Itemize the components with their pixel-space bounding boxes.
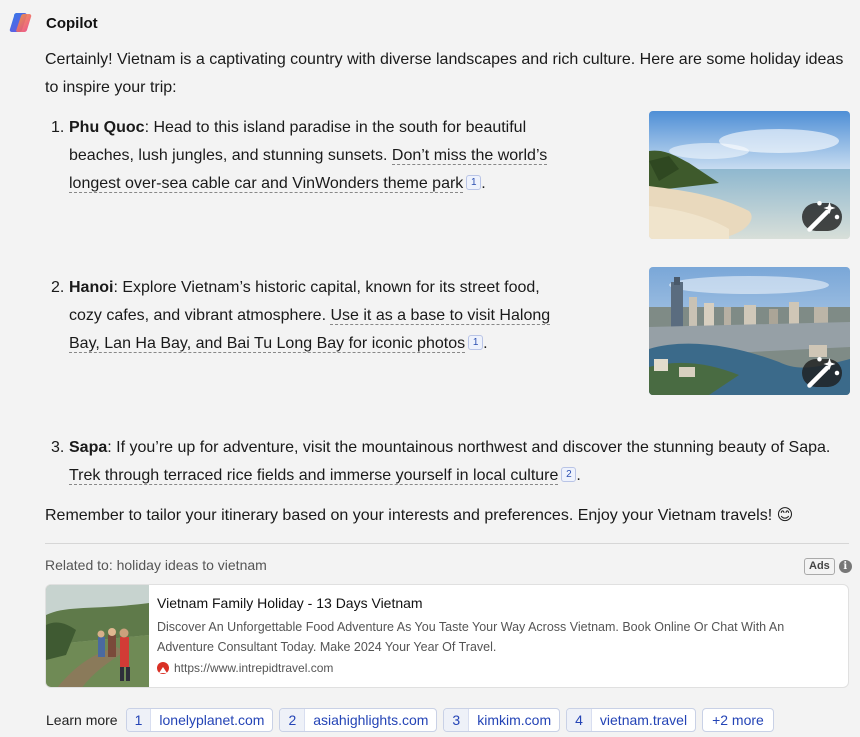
list-item: 1. Phu Quoc: Head to this island paradis… <box>51 114 556 198</box>
ad-url[interactable]: https://www.intrepidtravel.com <box>157 661 333 675</box>
magic-wand-icon <box>807 201 840 232</box>
copilot-brand-label: Copilot <box>46 14 98 32</box>
visual-search-button[interactable] <box>802 357 842 388</box>
citation-badge[interactable]: 1 <box>466 175 482 190</box>
citation-badge[interactable]: 2 <box>561 467 577 482</box>
source-chip[interactable]: 3 kimkim.com <box>443 708 561 732</box>
ads-indicator[interactable]: Ads i <box>804 558 852 575</box>
punctuation: . <box>483 335 488 352</box>
learn-more-label: Learn more <box>46 712 118 728</box>
magic-wand-icon <box>807 357 840 388</box>
intro-paragraph: Certainly! Vietnam is a captivating coun… <box>45 51 844 96</box>
list-item-number: 2. <box>51 279 65 296</box>
ad-image <box>46 585 149 687</box>
list-item-title: Sapa <box>69 439 108 456</box>
source-host: vietnam.travel <box>599 712 688 728</box>
punctuation: . <box>481 175 486 192</box>
source-chip[interactable]: 4 vietnam.travel <box>566 708 697 732</box>
ads-badge: Ads <box>804 558 835 575</box>
phu-quoc-beach-image[interactable] <box>649 111 850 239</box>
learn-more-bar: Learn more 1 lonelyplanet.com 2 asiahigh… <box>46 708 774 732</box>
source-index: 1 <box>126 709 152 731</box>
list-item: 3. Sapa: If you’re up for adventure, vis… <box>51 434 841 490</box>
source-host: kimkim.com <box>477 712 552 728</box>
punctuation: . <box>576 467 581 484</box>
list-item-number: 1. <box>51 119 65 136</box>
copilot-logo-icon <box>9 12 32 33</box>
visual-search-button[interactable] <box>802 201 842 232</box>
hanoi-city-image[interactable] <box>649 267 850 395</box>
list-item-title: Phu Quoc <box>69 119 145 136</box>
source-chip[interactable]: 1 lonelyplanet.com <box>125 708 274 732</box>
copilot-header: Copilot <box>8 10 98 36</box>
related-label: Related to: holiday ideas to vietnam <box>45 557 267 573</box>
list-item-text: : If you’re up for adventure, visit the … <box>107 439 831 456</box>
closing-paragraph: Remember to tailor your itinerary based … <box>45 507 794 524</box>
list-item: 2. Hanoi: Explore Vietnam’s historic cap… <box>51 274 556 358</box>
ad-description: Discover An Unforgettable Food Adventure… <box>157 620 785 654</box>
source-chip[interactable]: 2 asiahighlights.com <box>279 708 438 732</box>
list-item-title: Hanoi <box>69 279 114 296</box>
intrepid-favicon-icon <box>157 662 169 674</box>
ad-card[interactable]: Vietnam Family Holiday - 13 Days Vietnam… <box>45 584 849 688</box>
info-icon[interactable]: i <box>838 560 852 573</box>
more-sources-button[interactable]: +2 more <box>702 708 774 732</box>
ad-url-text: https://www.intrepidtravel.com <box>174 661 334 675</box>
ad-title[interactable]: Vietnam Family Holiday - 13 Days Vietnam <box>157 595 423 611</box>
source-host: asiahighlights.com <box>313 712 429 728</box>
list-item-number: 3. <box>51 439 65 456</box>
source-index: 2 <box>280 709 306 731</box>
source-index: 3 <box>444 709 470 731</box>
citation-link[interactable]: Trek through terraced rice fields and im… <box>69 467 559 485</box>
divider <box>45 543 849 544</box>
citation-badge[interactable]: 1 <box>468 335 484 350</box>
source-host: lonelyplanet.com <box>159 712 265 728</box>
source-index: 4 <box>567 709 592 731</box>
